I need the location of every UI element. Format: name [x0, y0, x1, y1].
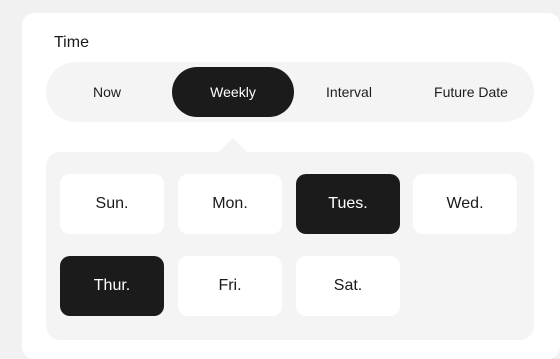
day-wednesday[interactable]: Wed.	[413, 174, 517, 234]
mode-now-option[interactable]: Now	[46, 67, 168, 117]
mode-future-date-option[interactable]: Future Date	[408, 67, 534, 117]
schedule-mode-selector: Now Weekly Interval Future Date	[46, 62, 534, 122]
day-sunday[interactable]: Sun.	[60, 174, 164, 234]
day-monday[interactable]: Mon.	[178, 174, 282, 234]
panel-pointer	[218, 138, 248, 153]
day-thursday[interactable]: Thur.	[60, 256, 164, 316]
day-saturday[interactable]: Sat.	[296, 256, 400, 316]
section-title: Time	[54, 34, 89, 51]
mode-interval-option[interactable]: Interval	[288, 67, 410, 117]
mode-weekly-option[interactable]: Weekly	[172, 67, 294, 117]
day-tuesday[interactable]: Tues.	[296, 174, 400, 234]
day-friday[interactable]: Fri.	[178, 256, 282, 316]
